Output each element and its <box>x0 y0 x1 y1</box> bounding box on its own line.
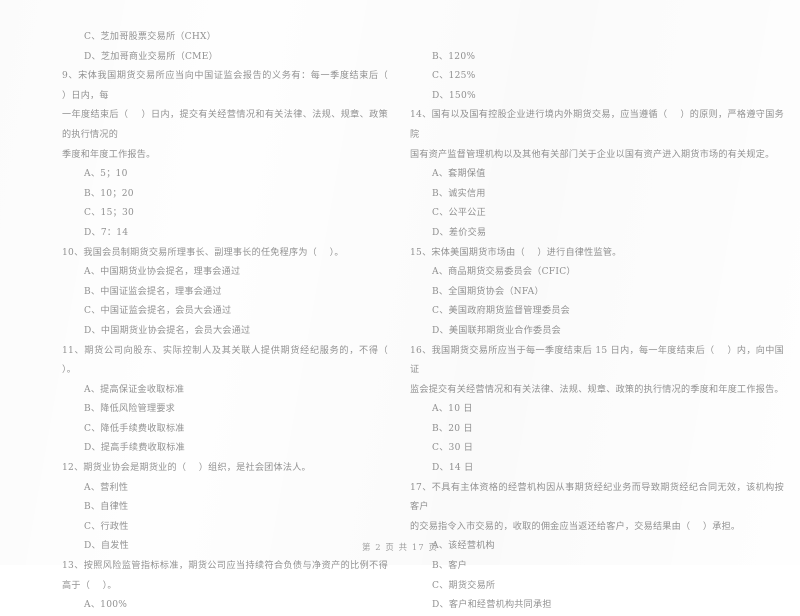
option-item: A、营利性 <box>84 482 129 493</box>
option-item: D、7：14 <box>84 227 129 238</box>
question-stem: 12、期货业协会是期货业的（ ）组织，是社会团体法人。 <box>62 459 388 479</box>
question-stem: 14、国有以及国有控股企业进行境内外期货交易，应当遵循（ ）的原则，严格遵守国务… <box>410 106 784 165</box>
right-column: B、120% C、125% D、150% 14、国有以及国有控股企业进行境内外期… <box>400 28 800 611</box>
option-item: B、120% <box>432 51 476 62</box>
option-item: D、提高手续费收取标准 <box>84 443 185 454</box>
option-item: B、20 日 <box>432 423 473 434</box>
stem-line: 10、我国会员制期货交易所理事长、副理事长的任免程序为（ ）。 <box>62 247 344 258</box>
question-9: 9、宋体我国期货交易所应当向中国证监会报告的义务有：每一季度结束后（ ）日内，每… <box>62 67 388 243</box>
option-item: C、公平公正 <box>432 208 486 219</box>
stem-line: 13、按照风险监管指标标准，期货公司应当持续符合负债与净资产的比例不得高于（ ）… <box>62 561 388 591</box>
question-11: 11、期货公司向股东、实际控制人及其关联人提供期货经纪服务的，不得（ ）。 A、… <box>62 342 388 460</box>
option-item: A、套期保值 <box>432 169 486 180</box>
option-item: D、芝加哥商业交易所（CME） <box>84 51 218 62</box>
stem-line: 11、期货公司向股东、实际控制人及其关联人提供期货经纪服务的，不得（ ）。 <box>62 345 401 376</box>
question-15: 15、宋体美国期货市场由（ ）进行自律性监管。 A、商品期货交易委员会（CFIC… <box>410 244 784 342</box>
question-stem: 10、我国会员制期货交易所理事长、副理事长的任免程序为（ ）。 <box>62 244 388 264</box>
stem-line: 14、国有以及国有控股企业进行境内外期货交易，应当遵循（ ）的原则，严格遵守国务… <box>410 110 784 140</box>
option-item: A、5；10 <box>84 169 128 180</box>
option-item: A、商品期货交易委员会（CFIC） <box>432 267 576 278</box>
stem-line: 16、我国期货交易所应当于每一季度结束后 15 日内，每一年度结束后（ ）内，向… <box>410 345 784 376</box>
option-item: D、150% <box>432 90 476 101</box>
option-item: C、30 日 <box>432 443 474 454</box>
question-stem: 16、我国期货交易所应当于每一季度结束后 15 日内，每一年度结束后（ ）内，向… <box>410 342 784 401</box>
option-item: B、自律性 <box>84 502 129 513</box>
scanned-exam-page: C、芝加哥股票交易所（CHX） D、芝加哥商业交易所（CME） 9、宋体我国期货… <box>0 0 800 611</box>
option-item: B、全国期货协会（NFA） <box>432 286 544 297</box>
question-stem: 11、期货公司向股东、实际控制人及其关联人提供期货经纪服务的，不得（ ）。 <box>62 342 388 381</box>
option-item: C、期货交易所 <box>432 580 496 591</box>
stem-line: 17、不具有主体资格的经营机构因从事期货经纪业务而导致期货经纪合同无效，该机构按… <box>410 482 784 513</box>
question-stem: 9、宋体我国期货交易所应当向中国证监会报告的义务有：每一季度结束后（ ）日内，每… <box>62 67 388 165</box>
option-item: C、降低手续费收取标准 <box>84 423 185 434</box>
question-stem: 13、按照风险监管指标标准，期货公司应当持续符合负债与净资产的比例不得高于（ ）… <box>62 557 388 596</box>
question-10: 10、我国会员制期货交易所理事长、副理事长的任免程序为（ ）。 A、中国期货业协… <box>62 244 388 342</box>
option-item: C、行政性 <box>84 521 129 532</box>
option-item: B、降低风险管理要求 <box>84 404 176 415</box>
question-stem: 15、宋体美国期货市场由（ ）进行自律性监管。 <box>410 244 784 264</box>
option-item: C、芝加哥股票交易所（CHX） <box>84 32 217 42</box>
option-item: A、中国期货业协会提名，理事会通过 <box>84 267 241 278</box>
option-item: B、客户 <box>432 561 467 572</box>
question-13: 13、按照风险监管指标标准，期货公司应当持续符合负债与净资产的比例不得高于（ ）… <box>62 557 388 616</box>
option-item: C、中国证监会提名，会员大会通过 <box>84 306 232 317</box>
option-item: D、14 日 <box>432 463 474 474</box>
stem-line: 的交易指令入市交易的，收取的佣金应当返还给客户，交易结果由（ ）承担。 <box>410 521 741 532</box>
option-item: A、10 日 <box>432 404 473 415</box>
option-item: D、中国期货业协会提名，会员大会通过 <box>84 325 251 336</box>
carryover-options-right: B、120% C、125% D、150% <box>410 28 784 106</box>
stem-line: 一年度结束后（ ）日内，提交有关经营情况和有关法律、法规、规章、政策的执行情况的 <box>62 110 388 140</box>
stem-line: 季度和年度工作报告。 <box>62 149 156 160</box>
stem-line: 9、宋体我国期货交易所应当向中国证监会报告的义务有：每一季度结束后（ ）日内，每 <box>62 71 401 101</box>
option-item: C、125% <box>432 71 476 82</box>
option-item: A、提高保证金收取标准 <box>84 384 185 395</box>
stem-line: 国有资产监督管理机构以及其他有关部门关于企业以国有资产进入期货市场的有关规定。 <box>410 149 775 160</box>
option-item: B、诚实信用 <box>432 188 486 199</box>
option-item: C、美国政府期货监督管理委员会 <box>432 306 571 317</box>
carryover-options-left: C、芝加哥股票交易所（CHX） D、芝加哥商业交易所（CME） <box>62 28 388 67</box>
column-top-spacer <box>410 28 784 48</box>
page-footer: 第 2 页 共 17 页 <box>362 542 438 552</box>
option-item: D、客户和经营机构共同承担 <box>432 600 552 611</box>
stem-line: 15、宋体美国期货市场由（ ）进行自律性监管。 <box>410 247 622 258</box>
question-14: 14、国有以及国有控股企业进行境内外期货交易，应当遵循（ ）的原则，严格遵守国务… <box>410 106 784 243</box>
stem-line: 监会提交有关经营情况和有关法律、法规、规章、政策的执行情况的季度和年度工作报告。 <box>410 384 784 395</box>
option-item: D、差价交易 <box>432 227 487 238</box>
stem-line: 12、期货业协会是期货业的（ ）组织，是社会团体法人。 <box>62 463 311 474</box>
option-item: B、中国证监会提名，理事会通过 <box>84 286 222 297</box>
option-item: A、100% <box>84 600 128 611</box>
left-column: C、芝加哥股票交易所（CHX） D、芝加哥商业交易所（CME） 9、宋体我国期货… <box>0 28 400 610</box>
two-column-body: C、芝加哥股票交易所（CHX） D、芝加哥商业交易所（CME） 9、宋体我国期货… <box>0 28 800 611</box>
option-item: D、美国联邦期货业合作委员会 <box>432 325 562 336</box>
option-item: C、15；30 <box>84 208 135 219</box>
question-16: 16、我国期货交易所应当于每一季度结束后 15 日内，每一年度结束后（ ）内，向… <box>410 342 784 479</box>
option-item: B、10；20 <box>84 188 134 199</box>
question-stem: 17、不具有主体资格的经营机构因从事期货经纪业务而导致期货经纪合同无效，该机构按… <box>410 479 784 538</box>
